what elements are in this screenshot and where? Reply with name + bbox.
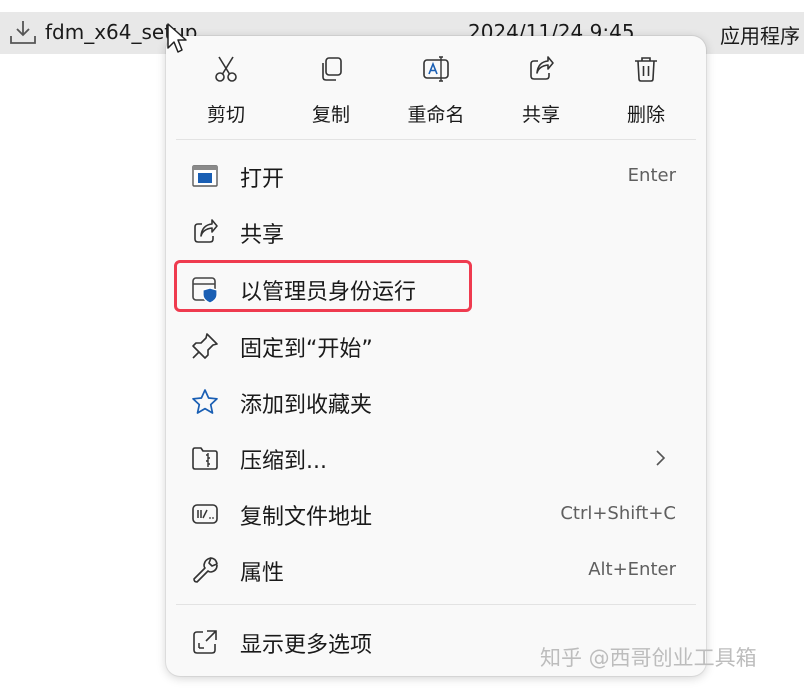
menu-divider [176,139,696,140]
context-menu: 剪切 复制 重命名 共享 删除 打开 Enter 共享 以管理员身份运行 固定到… [166,36,706,676]
copy-icon [316,48,346,88]
menu-item-copy-as-path[interactable]: 复制文件地址 Ctrl+Shift+C [176,489,696,539]
shortcut-text: Enter [627,165,676,186]
menu-item-label: 属性 [240,561,285,586]
more-options-icon [190,627,220,657]
file-type: 应用程序 [720,24,800,48]
menu-item-label: 打开 [240,167,285,192]
wrench-icon [190,555,220,585]
cut-button[interactable]: 剪切 [176,48,276,134]
chevron-right-icon [650,447,670,469]
menu-item-label: 共享 [240,223,285,248]
menu-divider [176,604,696,605]
copy-label: 复制 [311,104,350,126]
shortcut-text: Ctrl+Shift+C [560,503,676,524]
trash-icon [631,48,661,88]
menu-item-label: 显示更多选项 [240,633,373,658]
share-button[interactable]: 共享 [491,48,591,134]
download-file-icon [8,18,38,48]
watermark-text: 知乎 @西哥创业工具箱 [540,646,757,670]
rename-button[interactable]: 重命名 [386,48,486,134]
menu-item-label: 固定到“开始” [240,337,373,362]
menu-item-pin-to-start[interactable]: 固定到“开始” [176,321,696,371]
cut-label: 剪切 [206,104,245,126]
mouse-cursor-icon [167,23,187,53]
menu-item-open[interactable]: 打开 Enter [176,151,696,201]
menu-item-compress-to[interactable]: 压缩到... [176,433,696,483]
scissors-icon [211,48,241,88]
shortcut-text: Alt+Enter [588,559,676,580]
menu-item-label: 添加到收藏夹 [240,393,373,418]
menu-item-share[interactable]: 共享 [176,207,696,257]
copy-button[interactable]: 复制 [281,48,381,134]
rename-label: 重命名 [407,104,465,126]
quick-action-bar: 剪切 复制 重命名 共享 删除 [166,36,706,136]
rename-icon [421,48,451,88]
share-label: 共享 [521,104,560,126]
delete-button[interactable]: 删除 [596,48,696,134]
pin-icon [190,331,220,361]
delete-label: 删除 [626,104,665,126]
share-icon [190,217,220,247]
menu-item-label: 压缩到... [240,449,327,474]
annotation-highlight-box [174,260,472,312]
star-icon [190,387,220,417]
screen: fdm_x64_setup 2024/11/24 9:45 应用程序 剪切 复制… [0,0,804,690]
menu-item-add-to-favorites[interactable]: 添加到收藏夹 [176,377,696,427]
copy-path-icon [190,499,220,529]
share-icon [526,48,556,88]
app-window-icon [190,161,220,191]
zip-folder-icon [190,443,220,473]
menu-item-properties[interactable]: 属性 Alt+Enter [176,545,696,595]
menu-item-label: 复制文件地址 [240,505,373,530]
